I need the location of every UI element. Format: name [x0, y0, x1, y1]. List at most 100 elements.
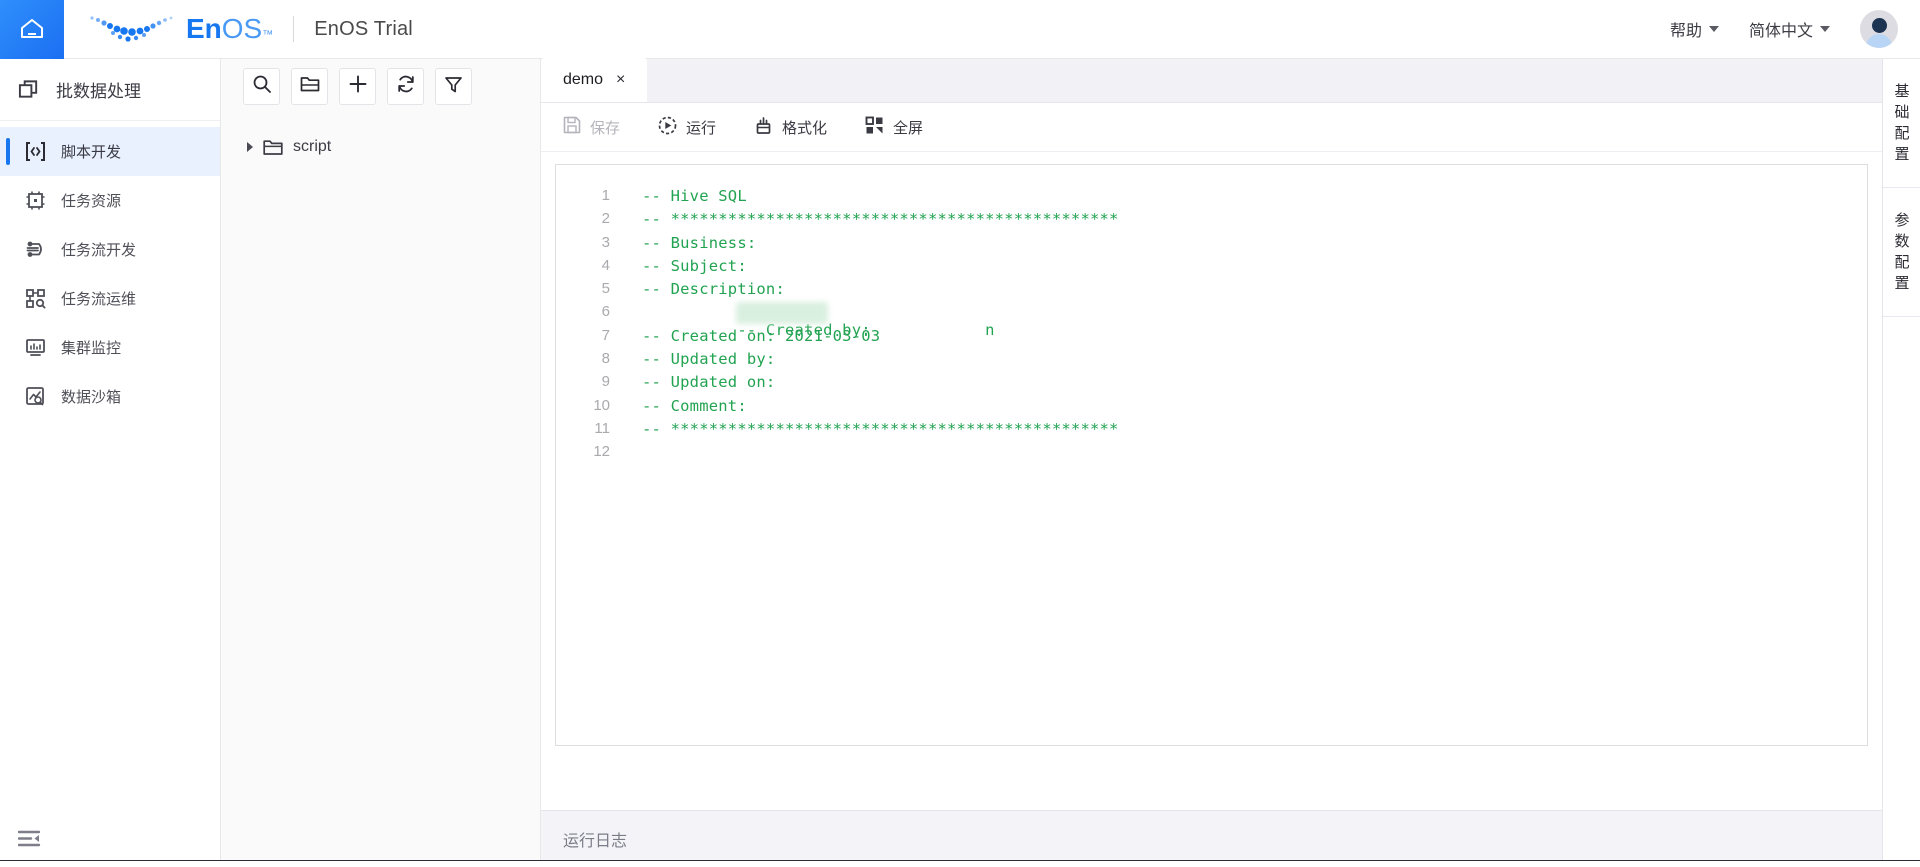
code-line: 12 [556, 443, 1867, 466]
bottom-strip [0, 860, 1920, 867]
brand-divider [293, 16, 295, 42]
line-number: 10 [593, 396, 610, 414]
fullscreen-label: 全屏 [893, 119, 924, 137]
app-title: EnOS Trial [314, 17, 413, 40]
explorer-tree: script [221, 114, 540, 164]
explorer-toolbar [221, 59, 540, 114]
line-text: -- Subject: [642, 256, 747, 275]
line-number: 2 [601, 210, 610, 228]
close-icon[interactable]: × [616, 72, 625, 88]
sidebar-item-label: 数据沙箱 [61, 389, 122, 406]
line-number: 1 [601, 187, 610, 204]
add-button[interactable] [339, 68, 376, 105]
sidebar-item-workflow-dev[interactable]: 任务流开发 [0, 225, 220, 274]
sidebar-item-label: 脚本开发 [61, 144, 122, 161]
sidebar-item-script-dev[interactable]: 脚本开发 [0, 127, 220, 176]
line-text: -- Created on: 2021-03-03 [642, 326, 881, 345]
right-config-tabs: 基础配置 参数配置 [1882, 59, 1920, 867]
tab-basic-config-label: 基础配置 [1894, 83, 1910, 163]
workflow-dev-icon [24, 239, 46, 261]
cluster-monitor-icon [24, 337, 46, 359]
editor-toolbar: 保存 运行 格式化 全屏 [541, 103, 1882, 152]
file-explorer-panel: script [221, 59, 541, 867]
line-number: 3 [601, 233, 610, 251]
tab-basic-config[interactable]: 基础配置 [1883, 59, 1920, 188]
sidebar-item-label: 任务流运维 [61, 291, 137, 308]
brand: En OS ™ EnOS Trial [86, 0, 413, 59]
run-label: 运行 [686, 119, 717, 137]
batch-data-icon [18, 79, 40, 101]
home-icon [18, 16, 46, 42]
editor-tab-label: demo [563, 71, 604, 88]
line-number: 5 [601, 280, 610, 298]
enos-wordmark-en: En [186, 13, 222, 44]
line-text: -- Business: [642, 233, 757, 252]
header-right-actions: 帮助 简体中文 [1670, 10, 1920, 48]
sidebar-nav-list: 脚本开发 任务资源 任务流开发 任务流运维 集群监控 数据沙箱 [0, 121, 220, 421]
task-resource-icon [24, 190, 46, 212]
left-sidebar: 批数据处理 脚本开发 任务资源 任务流开发 任务流运维 集群监控 数据沙箱 [0, 59, 221, 867]
code-line: 11 -- **********************************… [556, 420, 1867, 443]
line-number: 6 [601, 303, 610, 321]
avatar[interactable] [1860, 10, 1898, 48]
sidebar-item-label: 集群监控 [61, 340, 122, 357]
new-folder-icon [300, 75, 320, 98]
save-icon [563, 116, 581, 138]
chevron-right-icon[interactable] [247, 142, 253, 152]
enos-wordmark-os: OS [221, 13, 263, 44]
format-button[interactable]: 格式化 [754, 116, 827, 139]
tab-param-config-label: 参数配置 [1894, 212, 1910, 292]
avatar-body [1866, 34, 1892, 48]
sidebar-item-data-sandbox[interactable]: 数据沙箱 [0, 372, 220, 421]
chevron-down-icon [1708, 26, 1719, 32]
filter-button[interactable] [435, 68, 472, 105]
sidebar-item-workflow-ops[interactable]: 任务流运维 [0, 274, 220, 323]
sidebar-module-header: 批数据处理 [0, 59, 220, 121]
code-editor[interactable]: 1 -- Hive SQL 2 -- *********************… [555, 164, 1868, 746]
refresh-button[interactable] [387, 68, 424, 105]
language-menu[interactable]: 简体中文 [1749, 17, 1830, 41]
line-text: -- Updated on: [642, 373, 776, 392]
top-header: En OS ™ EnOS Trial 帮助 简体中文 [0, 0, 1920, 59]
sidebar-collapse-button[interactable] [17, 829, 41, 853]
tab-param-config[interactable]: 参数配置 [1883, 188, 1920, 317]
trademark-icon: ™ [262, 29, 274, 41]
data-sandbox-icon [24, 386, 46, 408]
sidebar-module-title: 批数据处理 [56, 82, 141, 101]
sidebar-item-cluster-monitor[interactable]: 集群监控 [0, 323, 220, 372]
code-line: 2 -- ***********************************… [556, 210, 1867, 233]
editor-tabbar: demo × [541, 58, 1882, 103]
folder-icon [263, 139, 283, 156]
home-button[interactable] [0, 0, 64, 59]
script-dev-icon [24, 141, 46, 163]
code-line: 10 -- Comment: [556, 397, 1867, 420]
line-number: 12 [593, 443, 610, 461]
run-log-bar[interactable]: 运行日志 [541, 810, 1882, 867]
line-number: 7 [601, 326, 610, 344]
run-button[interactable]: 运行 [658, 116, 716, 139]
line-number: 11 [594, 419, 610, 437]
editor-tab-demo[interactable]: demo × [541, 58, 648, 102]
line-text: -- *************************************… [642, 419, 1119, 438]
fullscreen-button[interactable]: 全屏 [865, 116, 923, 139]
line-number: 9 [601, 373, 610, 391]
line-text: -- Updated by: [642, 350, 776, 369]
fullscreen-icon [865, 116, 884, 139]
sidebar-item-label: 任务资源 [61, 193, 122, 210]
run-icon [658, 116, 677, 139]
filter-icon [444, 75, 463, 99]
language-menu-label: 简体中文 [1748, 23, 1813, 40]
menu-fold-icon [17, 830, 41, 852]
sidebar-item-label: 任务流开发 [61, 242, 137, 259]
new-folder-button[interactable] [291, 68, 328, 105]
help-menu[interactable]: 帮助 [1670, 17, 1719, 41]
sidebar-item-task-resource[interactable]: 任务资源 [0, 176, 220, 225]
search-button[interactable] [243, 68, 280, 105]
editor-main-area: demo × 保存 运行 格式化 全屏 1 -- Hive SQL 2 -- *… [541, 58, 1882, 867]
tree-item-script[interactable]: script [221, 130, 540, 164]
code-line: 3 -- Business: [556, 234, 1867, 257]
workflow-ops-icon [24, 288, 46, 310]
refresh-icon [396, 74, 416, 99]
code-lines-container: 1 -- Hive SQL 2 -- *********************… [556, 165, 1867, 467]
save-button[interactable]: 保存 [563, 116, 620, 138]
